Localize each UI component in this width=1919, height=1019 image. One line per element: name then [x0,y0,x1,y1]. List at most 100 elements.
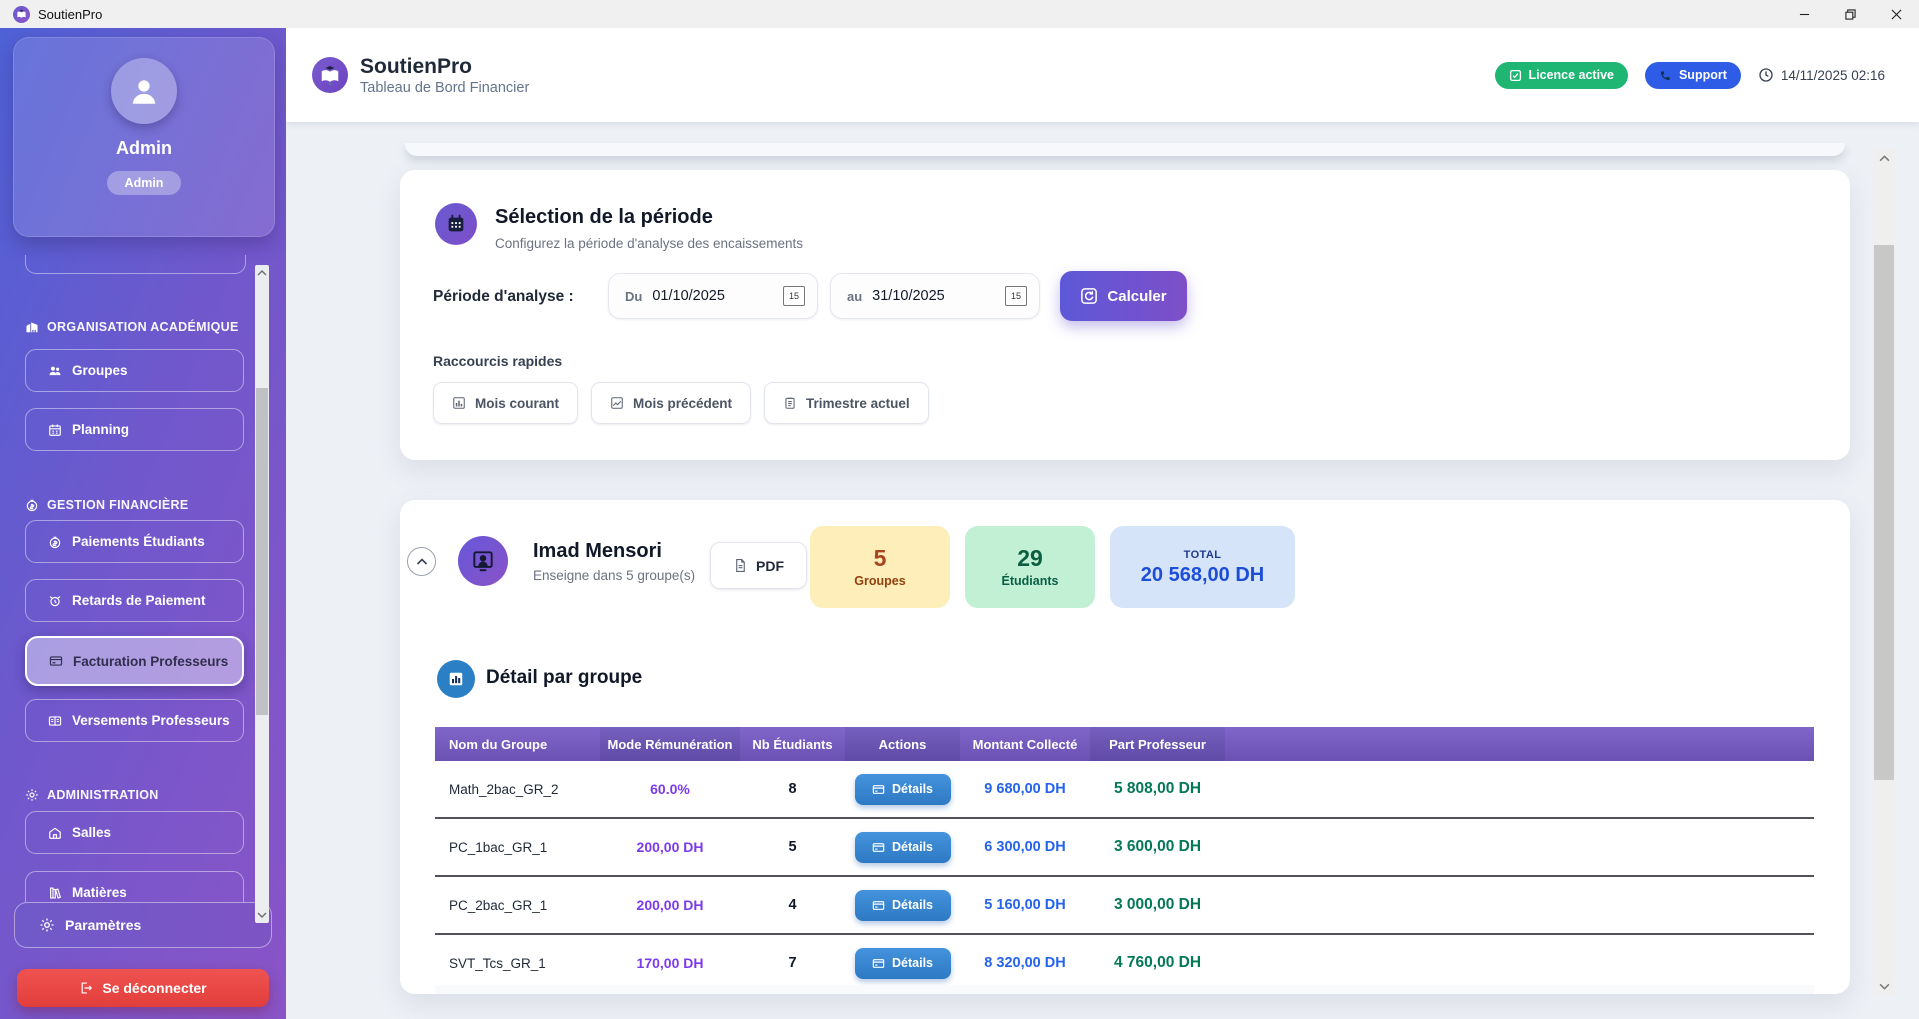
stat-students-label: Étudiants [1002,574,1059,588]
cell-nb: 8 [740,761,845,818]
support-button[interactable]: Support [1645,62,1741,89]
period-selection-card: Sélection de la période Configurez la pé… [400,170,1850,460]
collapse-button[interactable] [407,547,436,576]
pdf-button[interactable]: PDF [710,542,807,589]
sidebar-item-groupes[interactable]: Groupes [25,349,244,392]
stat-students: 29 Étudiants [965,526,1095,608]
sidebar-item-salles[interactable]: Salles [25,811,244,854]
datetime-label: 14/11/2025 02:16 [1781,68,1885,83]
sidebar-item-label: Paiements Étudiants [72,534,205,549]
page-title: SoutienPro [360,54,529,80]
shortcuts-row: Mois courant Mois précédent Trimestre ac… [433,382,929,424]
sidebar-scrollbar-thumb[interactable] [256,388,268,715]
analysis-period-label: Période d'analyse : [433,288,574,306]
sidebar-item-label: Planning [72,422,129,437]
cell-mode: 170,00 DH [600,934,740,992]
sidebar-item-label: Retards de Paiement [72,593,206,608]
avatar [111,58,177,124]
scroll-up-icon[interactable] [1873,148,1895,168]
section-organisation: ORGANISATION ACADÉMIQUE [25,320,239,334]
cell-share: 4 760,00 DH [1090,934,1225,992]
col-collected: Montant Collecté [960,727,1090,761]
cell-collected: 6 300,00 DH [960,818,1090,876]
shortcut-current-month[interactable]: Mois courant [433,382,578,424]
details-label: Détails [892,898,933,912]
group-detail-title: Détail par groupe [486,667,642,689]
licence-badge[interactable]: Licence active [1495,62,1628,89]
cell-group-name: Math_2bac_GR_2 [435,761,600,818]
group-detail-table: Nom du Groupe Mode Rémunération Nb Étudi… [435,727,1814,993]
calculate-label: Calculer [1107,288,1166,305]
date-to-field[interactable]: au 31/10/2025 15 [830,273,1040,319]
cell-nb: 4 [740,876,845,934]
table-footer-strip [435,985,1814,994]
calendar-badge-icon [435,203,477,245]
teacher-billing-card: Imad Mensori Enseigne dans 5 groupe(s) P… [400,500,1850,994]
teacher-name: Imad Mensori [533,540,662,563]
main-scrollbar[interactable] [1873,148,1895,996]
scrolled-card-edge [405,143,1845,156]
stat-groups-label: Groupes [854,574,905,588]
shortcut-current-quarter[interactable]: Trimestre actuel [764,382,929,424]
close-button[interactable] [1873,0,1919,28]
cell-group-name: PC_2bac_GR_1 [435,876,600,934]
support-label: Support [1679,68,1727,82]
sidebar-scrollbar[interactable] [255,265,269,923]
cell-share: 3 000,00 DH [1090,876,1225,934]
scroll-up-icon[interactable] [255,265,269,281]
settings-label: Paramètres [65,917,141,933]
sidebar-item-label: Salles [72,825,111,840]
col-filler [1225,727,1814,761]
sidebar: Admin Admin ORGANISATION ACADÉMIQUE Grou… [0,28,286,1019]
table-row: SVT_Tcs_GR_1 170,00 DH 7 Détails 8 320,0… [435,934,1814,992]
cell-collected: 9 680,00 DH [960,761,1090,818]
scroll-down-icon[interactable] [255,907,269,923]
chart-badge-icon [437,660,475,698]
date-to-value[interactable]: 31/10/2025 [872,288,995,304]
details-button[interactable]: Détails [855,832,951,863]
shortcut-label: Mois courant [475,396,559,411]
restore-button[interactable] [1827,0,1873,28]
details-button[interactable]: Détails [855,948,951,979]
stat-students-value: 29 [1017,546,1043,571]
sidebar-item-retards-paiement[interactable]: Retards de Paiement [25,579,244,622]
app-icon [13,6,30,23]
table-row: Math_2bac_GR_2 60.0% 8 Détails 9 680,00 … [435,761,1814,818]
details-button[interactable]: Détails [855,774,951,805]
details-button[interactable]: Détails [855,890,951,921]
sidebar-item-label: Facturation Professeurs [73,654,228,669]
scroll-down-icon[interactable] [1873,976,1895,996]
date-picker-icon[interactable]: 15 [1005,286,1027,306]
date-from-field[interactable]: Du 01/10/2025 15 [608,273,818,319]
window-titlebar: SoutienPro [0,0,1919,28]
shortcut-previous-month[interactable]: Mois précédent [591,382,751,424]
app-logo [312,57,348,93]
period-card-title: Sélection de la période [495,206,713,229]
pdf-label: PDF [756,558,784,574]
details-label: Détails [892,956,933,970]
app-header: SoutienPro Tableau de Bord Financier Lic… [286,28,1919,122]
logout-button[interactable]: Se déconnecter [17,969,269,1007]
col-nb-students: Nb Étudiants [740,727,845,761]
section-gestion-financiere: GESTION FINANCIÈRE [25,498,189,512]
col-group-name: Nom du Groupe [435,727,600,761]
sidebar-item-paiements-etudiants[interactable]: Paiements Étudiants [25,520,244,563]
shortcut-label: Trimestre actuel [806,396,910,411]
section-administration: ADMINISTRATION [25,788,159,802]
sidebar-item-planning[interactable]: Planning [25,408,244,451]
date-from-value[interactable]: 01/10/2025 [652,288,773,304]
sidebar-item-partial[interactable] [25,255,246,274]
cell-collected: 5 160,00 DH [960,876,1090,934]
sidebar-item-facturation-professeurs[interactable]: Facturation Professeurs [25,636,244,686]
date-picker-icon[interactable]: 15 [783,286,805,306]
table-row: PC_1bac_GR_1 200,00 DH 5 Détails 6 300,0… [435,818,1814,876]
main-scrollbar-thumb[interactable] [1874,245,1894,780]
minimize-button[interactable] [1781,0,1827,28]
calculate-button[interactable]: Calculer [1060,271,1187,321]
section-label: ADMINISTRATION [47,788,159,802]
sidebar-item-versements-professeurs[interactable]: Versements Professeurs [25,699,244,742]
cell-group-name: SVT_Tcs_GR_1 [435,934,600,992]
teacher-avatar [458,536,508,586]
sidebar-item-label: Groupes [72,363,128,378]
sidebar-item-parametres[interactable]: Paramètres [14,902,272,948]
